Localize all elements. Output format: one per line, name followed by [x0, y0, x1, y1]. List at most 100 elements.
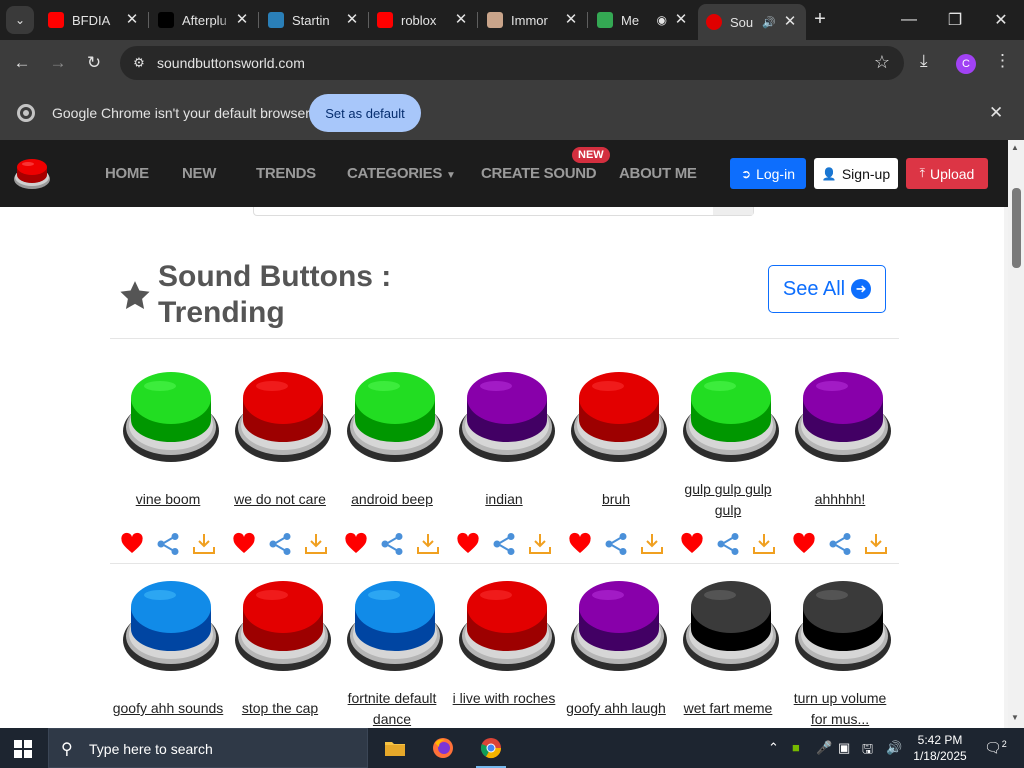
download-icon[interactable]	[864, 532, 888, 556]
share-icon[interactable]	[380, 532, 404, 556]
sound-play-button[interactable]	[682, 577, 780, 672]
taskbar-search[interactable]: ⚲ Type here to search	[48, 728, 368, 768]
tab-close-icon[interactable]: ✕	[453, 12, 469, 28]
infobar-close-icon[interactable]: ✕	[989, 103, 1003, 123]
sound-play-button[interactable]	[234, 368, 332, 463]
sound-name-link[interactable]: turn up volume for mus...	[784, 688, 896, 728]
sound-name-link[interactable]: stop the cap	[224, 698, 336, 719]
download-icon[interactable]: ⤓	[920, 51, 928, 71]
nav-categories[interactable]: CATEGORIES ▼	[347, 165, 456, 182]
page-scrollbar[interactable]: ▲ ▼	[1008, 140, 1024, 728]
sound-play-button[interactable]	[570, 368, 668, 463]
share-icon[interactable]	[828, 532, 852, 556]
download-icon[interactable]	[528, 532, 552, 556]
search-box[interactable]	[253, 207, 754, 216]
sound-play-button[interactable]	[794, 368, 892, 463]
sound-name-link[interactable]: goofy ahh sounds	[112, 698, 224, 719]
tab-close-icon[interactable]: ✕	[124, 12, 140, 28]
download-icon[interactable]	[752, 532, 776, 556]
heart-icon[interactable]	[680, 532, 704, 556]
browser-tab[interactable]: Immor ✕	[479, 4, 587, 36]
site-logo-icon[interactable]	[13, 153, 51, 191]
upload-button[interactable]: ⤒ Upload	[906, 158, 988, 189]
nav-about-me[interactable]: ABOUT ME	[619, 165, 697, 182]
share-icon[interactable]	[268, 532, 292, 556]
windows-start-icon[interactable]	[14, 740, 32, 758]
heart-icon[interactable]	[232, 532, 256, 556]
network-icon[interactable]: 🖫	[862, 740, 873, 762]
download-icon[interactable]	[416, 532, 440, 556]
forward-button[interactable]: →	[44, 49, 72, 77]
address-bar[interactable]: ⚙ soundbuttonsworld.com ☆	[120, 46, 904, 80]
security-icon[interactable]: ▣	[838, 740, 850, 756]
share-icon[interactable]	[492, 532, 516, 556]
sound-play-button[interactable]	[346, 577, 444, 672]
sound-name-link[interactable]: gulp gulp gulp gulp	[672, 479, 784, 521]
sound-name-link[interactable]: goofy ahh laugh	[560, 698, 672, 719]
back-button[interactable]: ←	[8, 49, 36, 77]
tab-close-icon[interactable]: ✕	[782, 14, 798, 30]
browser-tab[interactable]: Startin ✕	[260, 4, 368, 36]
browser-tab[interactable]: Me ◉ ✕	[589, 4, 697, 36]
chrome-button[interactable]	[468, 728, 514, 768]
browser-tab[interactable]: Sou 🔊 ✕	[698, 4, 806, 40]
heart-icon[interactable]	[568, 532, 592, 556]
sound-play-button[interactable]	[794, 577, 892, 672]
tab-close-icon[interactable]: ✕	[234, 12, 250, 28]
scroll-up-icon[interactable]: ▲	[1011, 143, 1019, 152]
sound-name-link[interactable]: wet fart meme	[672, 698, 784, 719]
sound-name-link[interactable]: i live with roches	[448, 688, 560, 709]
login-button[interactable]: ➲ Log-in	[730, 158, 806, 189]
firefox-button[interactable]	[420, 728, 466, 768]
tab-audio-icon[interactable]: 🔊	[762, 16, 776, 29]
search-submit-button[interactable]	[713, 207, 753, 215]
sound-play-button[interactable]	[234, 577, 332, 672]
heart-icon[interactable]	[792, 532, 816, 556]
sound-name-link[interactable]: we do not care	[224, 489, 336, 510]
browser-tab[interactable]: BFDIA ✕	[40, 4, 148, 36]
tab-close-icon[interactable]: ✕	[673, 12, 689, 28]
see-all-button[interactable]: See All ➜	[768, 265, 886, 313]
tray-chevron-icon[interactable]: ⌃	[768, 740, 779, 756]
share-icon[interactable]	[156, 532, 180, 556]
share-icon[interactable]	[716, 532, 740, 556]
set-as-default-button[interactable]: Set as default	[309, 94, 421, 132]
share-icon[interactable]	[604, 532, 628, 556]
sound-play-button[interactable]	[346, 368, 444, 463]
sound-play-button[interactable]	[682, 368, 780, 463]
download-icon[interactable]	[192, 532, 216, 556]
sound-name-link[interactable]: ahhhhh!	[784, 489, 896, 510]
browser-tab[interactable]: Afterplu ✕	[150, 4, 258, 36]
bookmark-star-icon[interactable]: ☆	[874, 52, 890, 73]
notification-center-icon[interactable]: 🗨2	[984, 739, 1007, 757]
microphone-icon[interactable]: 🎤	[816, 740, 832, 756]
sound-play-button[interactable]	[122, 577, 220, 672]
file-explorer-button[interactable]	[372, 728, 418, 768]
nav-new[interactable]: NEW	[182, 165, 216, 182]
new-tab-button[interactable]: +	[808, 8, 832, 32]
download-icon[interactable]	[304, 532, 328, 556]
clock[interactable]: 5:42 PM 1/18/2025	[910, 732, 970, 764]
scroll-down-icon[interactable]: ▼	[1011, 713, 1019, 722]
sound-name-link[interactable]: fortnite default dance	[336, 688, 448, 728]
heart-icon[interactable]	[344, 532, 368, 556]
menu-dots-icon[interactable]: ⋮	[994, 51, 1011, 71]
sound-play-button[interactable]	[458, 577, 556, 672]
tab-close-icon[interactable]: ✕	[563, 12, 579, 28]
download-icon[interactable]	[640, 532, 664, 556]
reload-button[interactable]: ↻	[80, 49, 108, 77]
url-text[interactable]: soundbuttonsworld.com	[157, 55, 305, 71]
sound-play-button[interactable]	[458, 368, 556, 463]
profile-avatar[interactable]: C	[956, 54, 976, 74]
sound-name-link[interactable]: indian	[448, 489, 560, 510]
heart-icon[interactable]	[456, 532, 480, 556]
nav-create-sound[interactable]: CREATE SOUND	[481, 165, 597, 182]
sound-name-link[interactable]: vine boom	[112, 489, 224, 510]
tab-close-icon[interactable]: ✕	[344, 12, 360, 28]
volume-icon[interactable]: 🔊	[886, 740, 902, 756]
scrollbar-thumb[interactable]	[1012, 188, 1021, 268]
tab-search-button[interactable]: ⌄	[6, 6, 34, 34]
site-settings-icon[interactable]: ⚙	[130, 54, 148, 72]
nav-home[interactable]: HOME	[105, 165, 149, 182]
sound-name-link[interactable]: bruh	[560, 489, 672, 510]
